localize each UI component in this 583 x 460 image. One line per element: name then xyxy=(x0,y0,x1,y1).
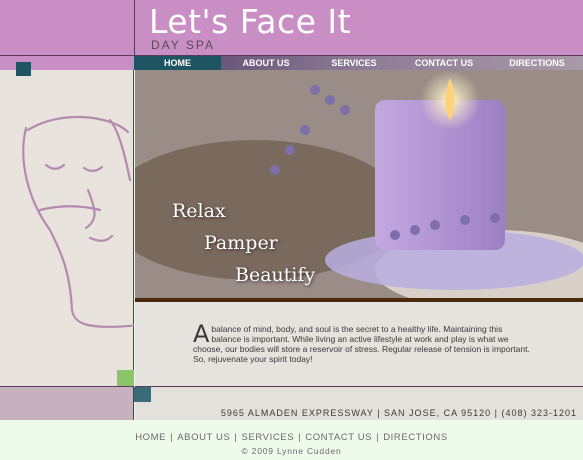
left-bottom-panel xyxy=(0,386,134,420)
header-left-panel xyxy=(0,0,134,56)
footer-nav: HOME | ABOUT US | SERVICES | CONTACT US | DIRECT… xyxy=(135,432,448,443)
nav-services[interactable]: SERVICES xyxy=(311,56,397,70)
footer-link-services[interactable]: SERVICES xyxy=(241,432,294,443)
intro-dropcap: A xyxy=(193,320,210,348)
nav-directions[interactable]: DIRECTIONS xyxy=(491,56,583,70)
footer-link-home[interactable]: HOME xyxy=(135,432,166,443)
nav-contact-us[interactable]: CONTACT US xyxy=(397,56,491,70)
address-text: 5965 ALMADEN EXPRESSWAY | SAN JOSE, CA 9… xyxy=(220,408,577,418)
tagline-pamper: Pamper xyxy=(204,232,278,254)
copyright: © 2009 Lynne Cudden xyxy=(241,446,342,456)
left-column xyxy=(0,70,142,386)
intro-body: balance of mind, body, and soul is the s… xyxy=(193,324,530,364)
intro-section: A balance of mind, body, and soul is the… xyxy=(135,302,583,386)
decor-square-teal xyxy=(16,62,31,76)
decor-square-teal-bottom xyxy=(134,387,151,402)
nav-about-us[interactable]: ABOUT US xyxy=(221,56,311,70)
tagline-relax: Relax xyxy=(172,200,226,222)
nav-home[interactable]: HOME xyxy=(134,56,221,70)
candle-illustration xyxy=(135,70,583,298)
footer-link-contact-us[interactable]: CONTACT US xyxy=(305,432,372,443)
main-nav: HOME ABOUT US SERVICES CONTACT US DIRECT… xyxy=(134,56,583,70)
site-header: Let's Face It DAY SPA xyxy=(134,0,583,56)
tagline-beautify: Beautify xyxy=(235,264,316,286)
decor-square-green xyxy=(117,370,134,386)
intro-paragraph: A balance of mind, body, and soul is the… xyxy=(193,320,533,364)
footer-link-directions[interactable]: DIRECTIONS xyxy=(383,432,448,443)
footer-link-about-us[interactable]: ABOUT US xyxy=(177,432,230,443)
logo-title[interactable]: Let's Face It xyxy=(149,2,351,41)
hero-image: Relax Pamper Beautify xyxy=(135,70,583,298)
logo-subtitle: DAY SPA xyxy=(151,38,216,52)
address-bar: 5965 ALMADEN EXPRESSWAY | SAN JOSE, CA 9… xyxy=(135,386,583,420)
face-illustration xyxy=(22,115,142,328)
